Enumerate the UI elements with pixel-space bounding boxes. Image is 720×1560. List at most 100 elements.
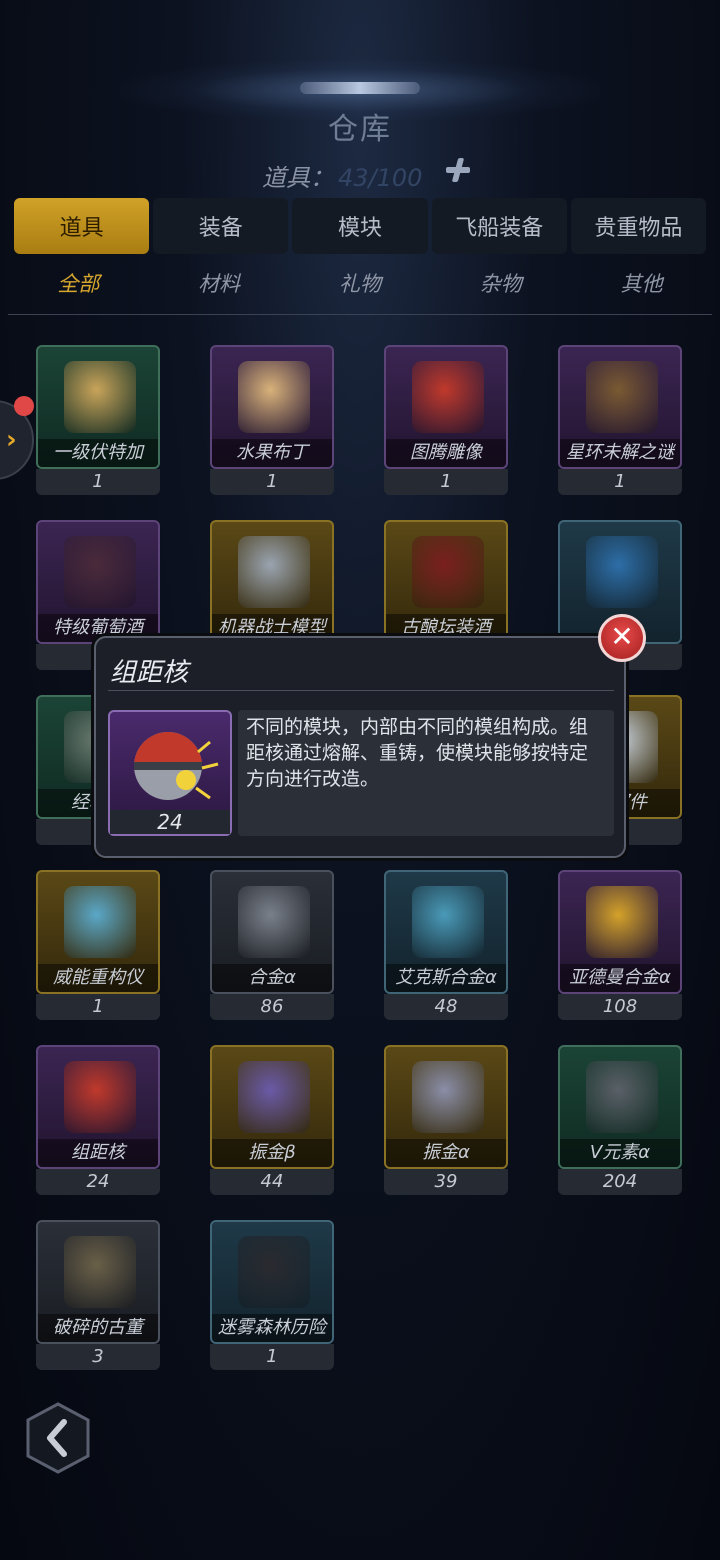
item-icon bbox=[412, 886, 484, 958]
filter-other[interactable]: 其他 bbox=[571, 268, 712, 308]
item-frame: 破碎的古董 bbox=[36, 1220, 160, 1344]
plus-icon[interactable] bbox=[444, 156, 472, 184]
tab-valuables[interactable]: 贵重物品 bbox=[570, 198, 707, 254]
item-name: V元素α bbox=[560, 1139, 680, 1167]
popup-title: 组距核 bbox=[110, 658, 189, 688]
item-frame: 威能重构仪 bbox=[36, 870, 160, 994]
item-count: 1 bbox=[210, 469, 334, 495]
item-icon bbox=[586, 536, 658, 608]
item-icon bbox=[238, 361, 310, 433]
popup-item-icon: 24 bbox=[108, 710, 232, 836]
item-icon bbox=[64, 361, 136, 433]
item-count: 1 bbox=[384, 469, 508, 495]
tab-modules[interactable]: 模块 bbox=[292, 198, 428, 254]
item-count: 24 bbox=[36, 1169, 160, 1195]
capacity-value: 43/100 bbox=[338, 164, 423, 192]
item-card[interactable]: 图腾雕像 1 bbox=[384, 345, 508, 495]
filter-materials[interactable]: 材料 bbox=[149, 268, 290, 308]
item-count: 204 bbox=[558, 1169, 682, 1195]
item-name: 振金β bbox=[212, 1139, 332, 1167]
item-icon bbox=[238, 886, 310, 958]
item-count: 1 bbox=[558, 469, 682, 495]
item-card[interactable]: 合金α 86 bbox=[210, 870, 334, 1020]
notification-badge bbox=[14, 396, 34, 416]
page-title: 仓库 bbox=[328, 112, 392, 147]
item-name: 亚德曼合金α bbox=[560, 964, 680, 992]
item-name: 振金α bbox=[386, 1139, 506, 1167]
filter-tabs: 全部 材料 礼物 杂物 其他 bbox=[8, 268, 712, 308]
item-frame: V元素α bbox=[558, 1045, 682, 1169]
item-icon bbox=[412, 361, 484, 433]
item-count: 3 bbox=[36, 1344, 160, 1370]
item-card[interactable]: 水果布丁 1 bbox=[210, 345, 334, 495]
item-count: 1 bbox=[210, 1344, 334, 1370]
item-name: 艾克斯合金α bbox=[386, 964, 506, 992]
chevron-left-icon bbox=[26, 1402, 90, 1474]
item-icon bbox=[64, 886, 136, 958]
filter-all[interactable]: 全部 bbox=[8, 268, 149, 308]
item-name: 破碎的古董 bbox=[38, 1314, 158, 1342]
popup-divider bbox=[108, 690, 614, 691]
item-icon bbox=[238, 1236, 310, 1308]
item-name: 星环未解之谜 bbox=[560, 439, 680, 467]
item-card[interactable]: 威能重构仪 1 bbox=[36, 870, 160, 1020]
item-name: 合金α bbox=[212, 964, 332, 992]
item-icon bbox=[412, 536, 484, 608]
header-ornament bbox=[300, 82, 420, 94]
item-name: 一级伏特加 bbox=[38, 439, 158, 467]
item-frame: 亚德曼合金α bbox=[558, 870, 682, 994]
popup-description: 不同的模块，内部由不同的模组构成。组距核通过熔解、重铸，使模块能够按特定方向进行… bbox=[238, 710, 614, 836]
category-tabs: 道具 装备 模块 飞船装备 贵重物品 bbox=[14, 198, 707, 254]
item-frame: 水果布丁 bbox=[210, 345, 334, 469]
item-count: 48 bbox=[384, 994, 508, 1020]
item-frame: 艾克斯合金α bbox=[384, 870, 508, 994]
item-frame: 图腾雕像 bbox=[384, 345, 508, 469]
item-frame: 特级葡萄酒 bbox=[36, 520, 160, 644]
item-card[interactable]: V元素α 204 bbox=[558, 1045, 682, 1195]
item-frame: 迷雾森林历险 bbox=[210, 1220, 334, 1344]
item-icon bbox=[238, 536, 310, 608]
back-button[interactable] bbox=[24, 1402, 92, 1474]
item-count: 39 bbox=[384, 1169, 508, 1195]
popup-item-count: 24 bbox=[110, 810, 230, 834]
item-card[interactable]: 破碎的古董 3 bbox=[36, 1220, 160, 1370]
tab-ship-equipment[interactable]: 飞船装备 bbox=[431, 198, 567, 254]
close-button[interactable]: ✕ bbox=[598, 614, 646, 662]
item-icon bbox=[64, 1061, 136, 1133]
module-core-icon bbox=[134, 732, 219, 800]
item-card[interactable]: 振金α 39 bbox=[384, 1045, 508, 1195]
item-card[interactable]: 艾克斯合金α 48 bbox=[384, 870, 508, 1020]
item-icon bbox=[64, 536, 136, 608]
item-card[interactable]: 一级伏特加 1 bbox=[36, 345, 160, 495]
item-name: 图腾雕像 bbox=[386, 439, 506, 467]
item-card[interactable]: 振金β 44 bbox=[210, 1045, 334, 1195]
item-count: 86 bbox=[210, 994, 334, 1020]
item-frame: 组距核 bbox=[36, 1045, 160, 1169]
tab-equipment[interactable]: 装备 bbox=[153, 198, 289, 254]
item-card[interactable]: 组距核 24 bbox=[36, 1045, 160, 1195]
tab-items[interactable]: 道具 bbox=[14, 198, 150, 254]
item-card[interactable]: 迷雾森林历险 1 bbox=[210, 1220, 334, 1370]
item-icon bbox=[238, 1061, 310, 1133]
item-name: 水果布丁 bbox=[212, 439, 332, 467]
item-frame: 机器战士模型 bbox=[210, 520, 334, 644]
item-icon bbox=[412, 1061, 484, 1133]
item-card[interactable]: 星环未解之谜 1 bbox=[558, 345, 682, 495]
item-icon bbox=[64, 1236, 136, 1308]
item-frame: 振金β bbox=[210, 1045, 334, 1169]
item-name: 威能重构仪 bbox=[38, 964, 158, 992]
item-icon bbox=[586, 886, 658, 958]
item-card[interactable]: 亚德曼合金α 108 bbox=[558, 870, 682, 1020]
filter-misc[interactable]: 杂物 bbox=[430, 268, 571, 308]
item-frame: 一级伏特加 bbox=[36, 345, 160, 469]
item-count: 108 bbox=[558, 994, 682, 1020]
item-detail-popup: 组距核 24 不同的模块，内部由不同的模组构成。组距核通过熔解、重铸，使模块能够… bbox=[94, 636, 626, 858]
divider bbox=[8, 314, 712, 315]
item-icon bbox=[586, 361, 658, 433]
item-icon bbox=[586, 1061, 658, 1133]
capacity-label: 道具： bbox=[262, 164, 334, 192]
item-frame: 星环未解之谜 bbox=[558, 345, 682, 469]
filter-gifts[interactable]: 礼物 bbox=[290, 268, 431, 308]
item-count: 1 bbox=[36, 469, 160, 495]
item-name: 迷雾森林历险 bbox=[212, 1314, 332, 1342]
